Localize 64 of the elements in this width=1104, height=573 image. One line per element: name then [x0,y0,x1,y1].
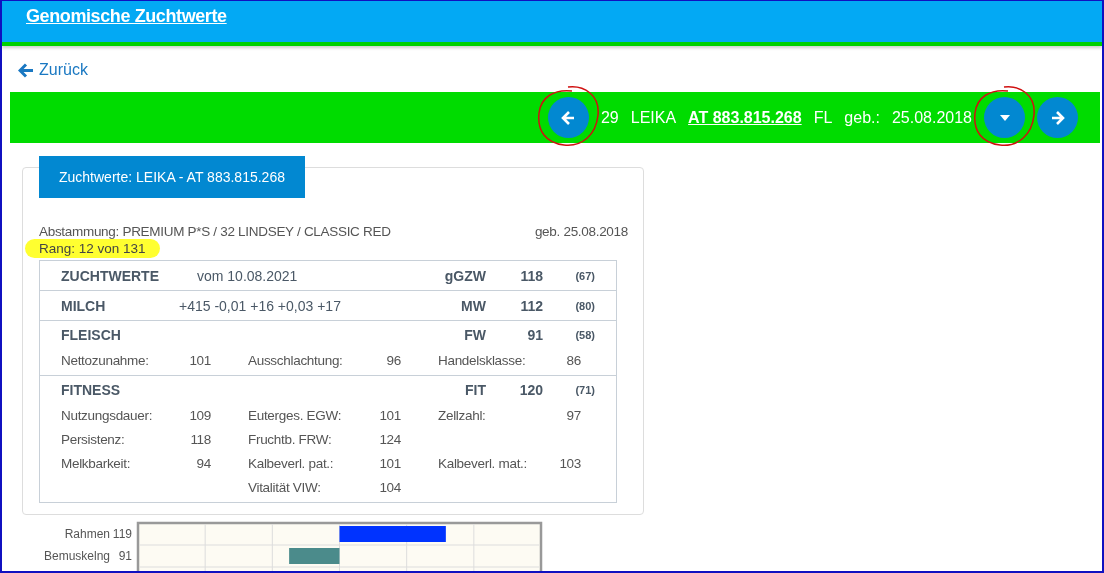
trait-label: Fruchtb. FRW: [248,431,332,447]
section-title: FITNESS [61,381,122,398]
index-key: FIT [465,381,486,398]
trait-value: 94 [196,455,211,471]
trait-reading: 91 [118,549,132,563]
trait-label: Nutzungsdauer: [61,407,153,423]
arrow-left-icon [18,62,34,78]
section-detail: +415 -0,01 +16 +0,03 +17 [179,297,341,314]
axis-label: Bemuskelng [43,549,110,563]
trait-value: 96 [386,352,401,368]
section-detail: vom 10.08.2021 [197,267,298,284]
dropdown-button[interactable] [984,97,1025,138]
trait-label: Handelsklasse: [438,352,526,368]
index-key: FW [464,326,486,343]
trait-value: 109 [189,407,211,423]
caret-down-icon [999,114,1010,121]
back-link[interactable]: Zurück [18,61,88,79]
reliability-value: (67) [574,269,595,282]
index-key: gGZW [444,267,486,284]
index-key: MW [461,297,486,314]
page-title[interactable]: Genomische Zuchtwerte [26,6,227,26]
index-value: 112 [519,297,543,314]
trait-label: Kalbeverl. mat.: [438,455,527,471]
trait-label: Ausschlachtung: [248,352,343,368]
animal-number: 29 [600,108,619,127]
axis-label: Rahmen [64,527,110,541]
trait-label: Persistenz: [61,431,125,447]
trait-value: 97 [566,407,581,423]
trait-value: 101 [189,352,211,368]
index-value: 91 [526,326,543,343]
trait-reading: 119 [112,527,132,541]
pedigree-text: Abstammung: PREMIUM P*S / 32 LINDSEY / CLASSIC RED [39,224,391,239]
reliability-value: (80) [574,299,595,312]
index-value: 118 [519,267,543,284]
previous-button[interactable] [547,97,589,138]
trait-value: 103 [559,455,581,471]
rank-text: Rang: 12 von 131 [25,239,160,258]
birth-date-text: geb. 25.08.2018 [534,224,628,239]
reliability-value: (58) [574,328,595,341]
card-tab[interactable]: Zuchtwerte: LEIKA - AT 883.815.268 [39,156,305,198]
next-button[interactable] [1037,97,1078,138]
arrow-right-icon [1050,110,1065,125]
born-label: geb.: [844,108,880,127]
index-value: 120 [518,381,543,398]
trait-value: 118 [190,431,211,447]
section-title: MILCH [61,297,107,314]
trait-label: Nettozunahme: [61,352,149,368]
trait-value: 101 [379,455,401,471]
section-title: ZUCHTWERTE [61,267,159,284]
trait-label: Vitalität VIW: [248,479,321,495]
trait-label: Euterges. EGW: [248,407,342,423]
breed-text: FL [813,108,833,127]
animal-name: LEIKA [630,108,677,127]
born-date: 25.08.2018 [891,108,972,127]
arrow-left-icon [561,110,576,125]
trait-value: 124 [379,431,401,447]
section-title: FLEISCH [61,326,122,343]
trait-value: 86 [566,352,581,368]
trait-label: Kalbeverl. pat.: [248,455,334,471]
trait-label: Melkbarkeit: [61,455,131,471]
trait-value: 104 [379,479,401,495]
trait-value: 101 [379,407,401,423]
reliability-value: (71) [574,383,595,396]
trait-label: Zellzahl: [438,407,486,423]
